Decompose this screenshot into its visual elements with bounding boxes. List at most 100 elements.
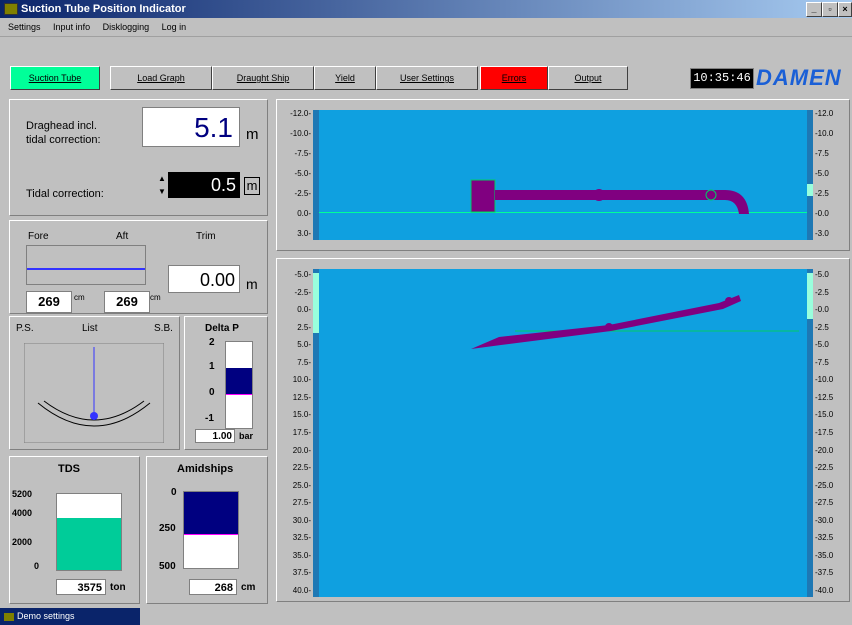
menu-disklogging[interactable]: Disklogging	[103, 22, 150, 32]
tab-user-settings[interactable]: User Settings	[376, 66, 478, 90]
top-right-tick: -7.5	[815, 149, 829, 158]
bottom-left-tick: 5.0-	[297, 340, 311, 350]
list-gauge	[24, 343, 164, 443]
bottom-right-tick: -22.5	[815, 463, 834, 473]
bottom-left-tick: 32.5-	[292, 533, 311, 543]
top-view-panel: -5.0- -2.5- 0.0- 2.5- 5.0- 7.5- 10.0- 12.5- 15.0…	[276, 258, 850, 602]
app-icon	[4, 3, 18, 16]
list-panel: P.S. List S.B.	[9, 316, 180, 450]
bottom-right-tick: -30.0	[815, 515, 834, 525]
top-right-tick: -0.0	[815, 209, 829, 218]
tidal-value[interactable]: 0.5	[168, 172, 240, 198]
menu-log-in[interactable]: Log in	[162, 22, 187, 32]
deltap-fill	[226, 368, 252, 394]
deltap-bar	[225, 341, 253, 429]
top-left-tick: -7.5-	[294, 149, 311, 158]
draghead-label-2: tidal correction:	[26, 134, 101, 146]
amidships-value: 268	[189, 579, 237, 595]
bottom-left-marker	[313, 273, 319, 333]
deltap-ticks: 2 1 0 -1	[191, 337, 221, 427]
bottom-left-tick: 30.0-	[292, 515, 311, 525]
tds-unit: ton	[110, 582, 126, 593]
bottom-right-tick: -17.5	[815, 428, 834, 437]
bottom-left-tick: 7.5-	[297, 357, 311, 367]
tds-panel: TDS 5200 4000 2000 0 3575 ton	[9, 456, 140, 604]
maximize-button[interactable]: ▫	[822, 2, 838, 17]
bottom-left-tick: -2.5-	[294, 287, 311, 297]
top-right-tick: -5.0	[815, 169, 829, 178]
tidal-spinner[interactable]: ▲ ▼	[158, 172, 166, 198]
top-left-tick: 0.0-	[297, 209, 311, 218]
fore-value: 269	[26, 291, 72, 313]
waterline	[27, 268, 145, 270]
amidships-panel: Amidships 0 250 500 268 cm	[146, 456, 268, 604]
tab-suction-tube[interactable]: Suction Tube	[10, 66, 100, 90]
tab-output[interactable]: Output	[548, 66, 628, 90]
bottom-left-tick: 35.0-	[292, 550, 311, 560]
bottom-left-tick: 37.5-	[292, 568, 311, 578]
bottom-right-tick: -2.5	[815, 287, 829, 297]
deltap-panel: Delta P 2 1 0 -1 1.00 bar	[184, 316, 268, 450]
top-view-plot	[319, 269, 807, 597]
side-view-plot	[319, 110, 807, 240]
title-bar: Suction Tube Position Indicator	[0, 0, 852, 18]
bottom-right-tick: -10.0	[815, 375, 834, 385]
deltap-title: Delta P	[205, 323, 239, 334]
top-left-tick: -10.0-	[290, 129, 311, 138]
tab-errors[interactable]: Errors	[480, 66, 548, 90]
taskbar-label: Demo settings	[17, 611, 75, 621]
top-left-tick: -12.0-	[290, 109, 311, 118]
app-small-icon	[4, 612, 14, 621]
draught-panel: Fore Aft Trim 0.00 m 269 cm 269 cm	[9, 220, 268, 314]
menu-bar: Settings Input info Disklogging Log in	[0, 18, 852, 37]
bottom-right-tick: -12.5	[815, 392, 834, 402]
tds-tick: 5200	[12, 489, 33, 499]
deltap-value: 1.00	[195, 429, 235, 443]
tab-draught-ship[interactable]: Draught Ship	[212, 66, 314, 90]
list-title: List	[82, 323, 98, 334]
bottom-right-tick: -5.0	[815, 340, 829, 350]
ps-label: P.S.	[16, 323, 34, 334]
tab-load-graph[interactable]: Load Graph	[110, 66, 212, 90]
bottom-right-tick: -32.5	[815, 533, 834, 543]
bottom-left-tick: 40.0-	[292, 586, 311, 595]
bottom-right-tick: -15.0	[815, 410, 834, 420]
bottom-right-tick: -40.0	[815, 586, 834, 595]
close-button[interactable]: ×	[838, 2, 852, 17]
bottom-left-tick: 2.5-	[297, 322, 311, 332]
bottom-right-tick: -37.5	[815, 568, 834, 578]
tds-tick: 2000	[12, 537, 33, 547]
bottom-left-tick: 20.0-	[292, 445, 311, 455]
tab-yield[interactable]: Yield	[314, 66, 376, 90]
fore-label: Fore	[28, 231, 49, 242]
bottom-right-tick: -2.5	[815, 322, 829, 332]
bottom-right-tick: -20.0	[815, 445, 834, 455]
amidships-tick: 0	[171, 487, 177, 498]
sb-label: S.B.	[154, 323, 173, 334]
tds-fill	[57, 518, 121, 570]
bottom-left-tick: 17.5-	[292, 428, 311, 437]
taskbar-item[interactable]: Demo settings	[0, 608, 140, 625]
amidships-tick: 500	[159, 561, 176, 572]
suction-tube-side	[470, 179, 749, 214]
aft-value: 269	[104, 291, 150, 313]
bottom-right-tick: -35.0	[815, 550, 834, 560]
bottom-left-tick: 12.5-	[292, 392, 311, 402]
menu-settings[interactable]: Settings	[8, 22, 41, 32]
top-left-tick: 3.0-	[297, 229, 311, 238]
top-right-tick: -2.5	[815, 189, 829, 198]
bottom-right-tick: -5.0	[815, 270, 829, 279]
amidships-title: Amidships	[177, 463, 234, 475]
trim-label: Trim	[196, 231, 216, 242]
bottom-right-tick: -25.0	[815, 480, 834, 490]
tidal-label: Tidal correction:	[26, 188, 104, 200]
draghead-label-1: Draghead incl.	[26, 120, 97, 132]
tds-title: TDS	[58, 463, 80, 475]
bottom-left-tick: 15.0-	[292, 410, 311, 420]
draghead-unit: m	[246, 126, 259, 143]
minimize-button[interactable]: _	[806, 2, 822, 17]
menu-input-info[interactable]: Input info	[53, 22, 90, 32]
tds-tick: 4000	[12, 508, 33, 518]
suction-tube-top	[471, 295, 799, 349]
top-left-tick: -2.5-	[294, 189, 311, 198]
